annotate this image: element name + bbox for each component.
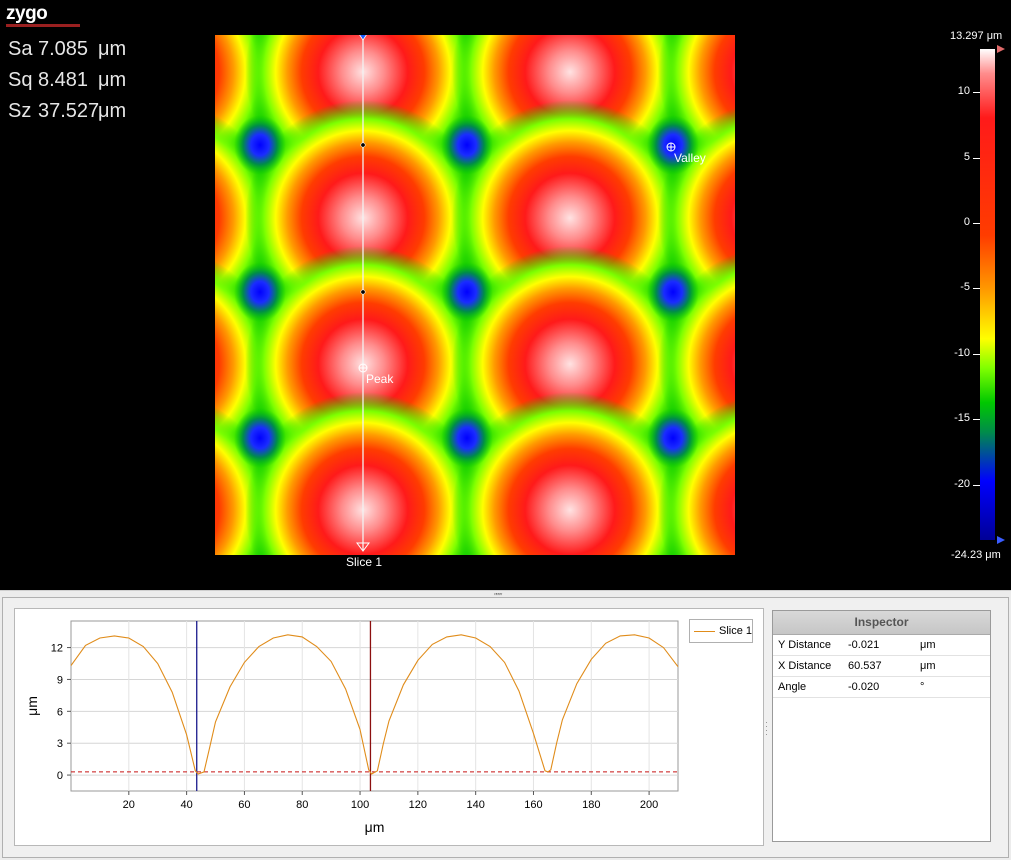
panel-splitter[interactable]: ″″″″: [0, 590, 1011, 601]
plot-area: [70, 620, 679, 792]
x-axis-ticks: 20 40 60 80 100 120 140 160 180 200: [123, 791, 658, 811]
stat-label: Sq: [8, 69, 33, 91]
inspector-row-name: Y Distance: [778, 639, 831, 651]
x-tick-label: 60: [238, 799, 250, 811]
y-tick-label: 0: [57, 770, 63, 782]
inspector-row-unit: μm: [920, 660, 936, 672]
x-tick-label: 200: [640, 799, 658, 811]
stat-label: Sa: [8, 38, 33, 60]
x-tick-label: 80: [296, 799, 308, 811]
color-scale-tick-label: -15: [954, 412, 970, 425]
zygo-logo: zygo: [6, 4, 80, 28]
inspector-row: Angle -0.020 °: [773, 677, 990, 698]
inspector-row-value: -0.021: [848, 639, 880, 651]
y-tick-label: 9: [57, 674, 63, 686]
x-axis-title: μm: [365, 819, 385, 835]
stat-unit: μm: [98, 38, 127, 60]
color-scale-tick-label: 5: [963, 150, 970, 163]
color-scale-tick: [973, 92, 980, 94]
y-axis-ticks: 0 3 6 9 12: [51, 643, 71, 782]
valley-region: [647, 115, 699, 175]
stat-sq: Sq 8.481 μm: [8, 65, 126, 96]
valley-region: [441, 115, 493, 175]
inspector-row-unit: μm: [920, 639, 936, 651]
color-scale-tick-label: -20: [954, 477, 970, 490]
y-tick-label: 6: [57, 706, 63, 718]
valley-label: Valley: [674, 151, 706, 165]
vertical-splitter-grip[interactable]: · · · ·: [765, 718, 769, 739]
x-tick-label: 140: [466, 799, 484, 811]
y-tick-label: 12: [51, 643, 63, 655]
peak-label: Peak: [366, 372, 394, 386]
profile-plot-svg: 20 40 60 80 100 120 140 160 180 200 0 3 6 9 12 μm μm: [24, 620, 679, 835]
inspector-row: X Distance 60.537 μm: [773, 656, 990, 677]
slice-cursor-point[interactable]: [360, 142, 366, 148]
surface-view: zygo Sa 7.085 μm Sq 8.481 μm Sz 37.527 μ…: [0, 0, 1011, 590]
inspector-row-name: X Distance: [778, 660, 832, 672]
stat-value: 37.527: [38, 100, 100, 122]
x-tick-label: 160: [524, 799, 542, 811]
max-marker: [997, 45, 1005, 53]
color-scale-tick: [973, 222, 980, 224]
valley-region: [647, 262, 699, 322]
color-scale-tick-label: 0: [963, 215, 970, 228]
stat-value: 7.085: [38, 38, 89, 60]
stat-unit: μm: [98, 69, 127, 91]
legend-swatch: [694, 630, 715, 632]
min-marker: [997, 536, 1005, 544]
inspector-row-unit: °: [920, 681, 925, 693]
valley-region: [441, 262, 493, 322]
stat-label: Sz: [8, 100, 32, 122]
height-map-svg: Valley Peak: [215, 35, 735, 555]
color-scale-tick: [973, 353, 980, 355]
slice-cursor-point[interactable]: [360, 289, 366, 295]
y-tick-label: 3: [57, 738, 63, 750]
valley-region: [234, 115, 286, 175]
chart-legend[interactable]: Slice 1: [689, 619, 753, 643]
valley-region: [441, 408, 493, 468]
plot-grid: [70, 620, 679, 792]
logo-underline: [6, 24, 80, 27]
surface-height-map[interactable]: Valley Peak: [215, 35, 735, 555]
x-tick-label: 20: [123, 799, 135, 811]
slice-label: Slice 1: [346, 555, 383, 569]
legend-label: Slice 1: [718, 625, 753, 637]
color-scale-tick: [973, 484, 980, 486]
x-tick-label: 40: [180, 799, 192, 811]
y-axis-title: μm: [24, 696, 40, 716]
inspector-row: Y Distance -0.021 μm: [773, 635, 990, 656]
inspector-row-value: -0.020: [848, 681, 880, 693]
surface-statistics: Sa 7.085 μm Sq 8.481 μm Sz 37.527 μm: [8, 34, 126, 127]
valley-region: [647, 408, 699, 468]
inspector-panel: Inspector Y Distance -0.021 μm X Distanc…: [772, 610, 991, 842]
color-scale-tick: [973, 288, 980, 290]
x-tick-label: 120: [409, 799, 427, 811]
stat-sz: Sz 37.527 μm: [8, 96, 126, 127]
color-scale-tick: [973, 157, 980, 159]
x-tick-label: 180: [582, 799, 600, 811]
slice-profile-chart[interactable]: 20 40 60 80 100 120 140 160 180 200 0 3 6 9 12 μm μm …: [14, 608, 764, 846]
valley-region: [234, 262, 286, 322]
color-scale: 13.297 μm 10 5 0 -5 -10 -15 -20 -24.23 μm: [940, 28, 1011, 568]
stat-unit: μm: [98, 100, 127, 122]
logo-text: zygo: [6, 3, 48, 24]
color-scale-tick-label: -5: [960, 281, 970, 294]
inspector-row-name: Angle: [778, 681, 807, 693]
inspector-title: Inspector: [773, 611, 990, 635]
color-scale-tick-label: 10: [957, 85, 970, 98]
stat-sa: Sa 7.085 μm: [8, 34, 126, 65]
valley-region: [234, 408, 286, 468]
color-scale-min: -24.23 μm: [951, 549, 1001, 561]
inspector-row-value: 60.537: [848, 660, 882, 672]
color-scale-tick: [973, 419, 980, 421]
color-scale-tick-label: -10: [954, 346, 970, 359]
x-tick-label: 100: [351, 799, 369, 811]
stat-value: 8.481: [38, 69, 89, 91]
